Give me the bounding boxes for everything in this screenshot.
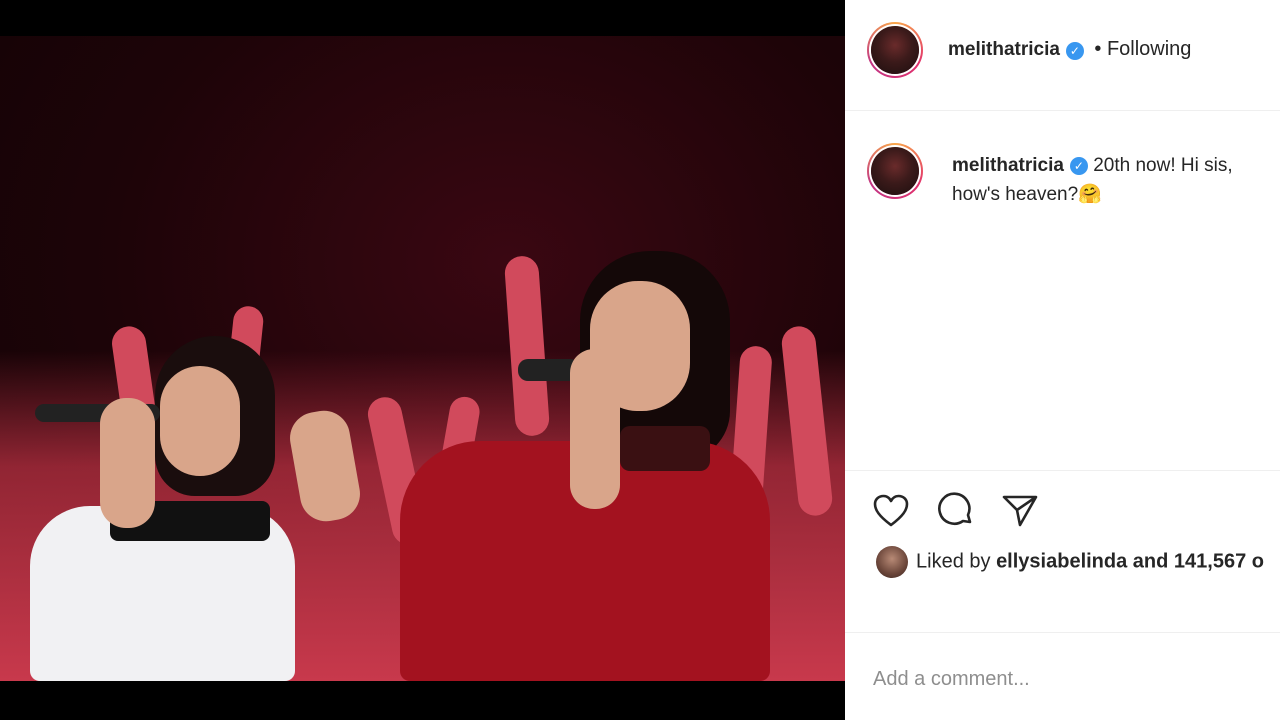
verified-icon: ✓ xyxy=(1065,41,1084,60)
likes-user[interactable]: ellysiabelinda xyxy=(996,550,1127,572)
author-row: melithatricia ✓ • Following xyxy=(948,38,1191,61)
likes-count[interactable]: and 141,567 o xyxy=(1133,550,1264,572)
liker-avatar[interactable] xyxy=(876,546,908,578)
post-photo[interactable] xyxy=(0,0,845,720)
singer-left xyxy=(0,336,320,681)
hugging-face-emoji: 🤗 xyxy=(1078,184,1102,205)
post-header: melithatricia ✓ • Following xyxy=(845,0,1280,111)
comment-input[interactable] xyxy=(871,661,1255,697)
verified-icon: ✓ xyxy=(1069,156,1088,175)
caption-avatar[interactable] xyxy=(867,143,923,199)
comment-bar xyxy=(845,632,1280,720)
comment-icon[interactable] xyxy=(936,491,976,531)
heart-icon[interactable] xyxy=(871,491,911,531)
singer-right xyxy=(285,251,790,681)
likes-prefix: Liked by xyxy=(916,550,991,573)
share-icon[interactable] xyxy=(1000,491,1040,531)
concert-image xyxy=(0,36,845,681)
author-avatar[interactable] xyxy=(867,22,923,78)
author-username[interactable]: melithatricia xyxy=(948,39,1060,60)
following-button[interactable]: • Following xyxy=(1094,38,1191,60)
caption-username[interactable]: melithatricia xyxy=(952,155,1064,176)
post-actions: Liked by ellysiabelinda and 141,567 o xyxy=(845,470,1280,631)
likes-summary: Liked by ellysiabelinda and 141,567 o xyxy=(876,546,1264,578)
caption: melithatricia ✓ 20th now! Hi sis, how's h… xyxy=(952,151,1280,209)
post-sidebar: melithatricia ✓ • Following melithatricia… xyxy=(845,0,1280,720)
